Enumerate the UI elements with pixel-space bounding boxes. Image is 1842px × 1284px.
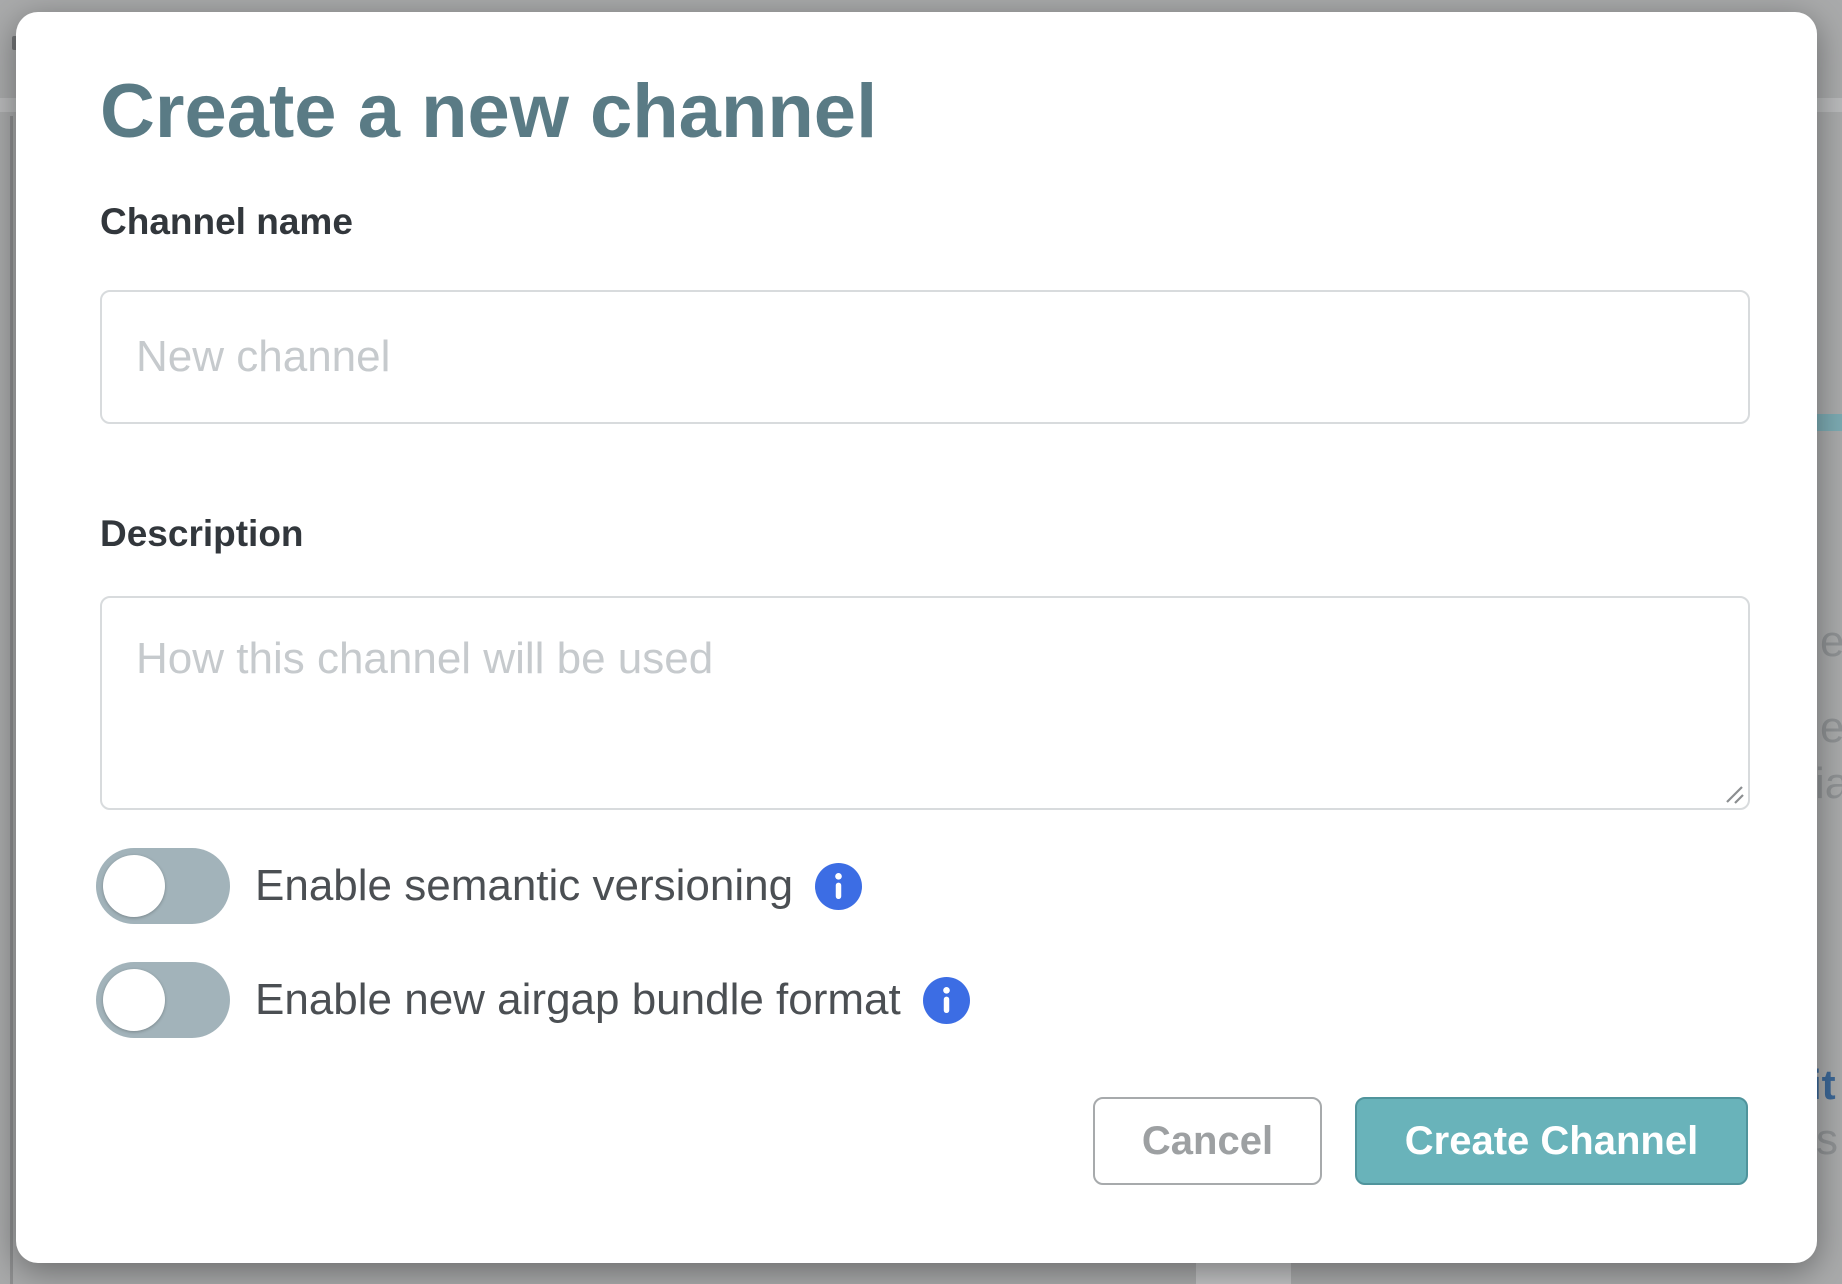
channel-name-input[interactable] <box>100 290 1750 424</box>
background-text-fragment: e <box>1820 706 1842 750</box>
description-label: Description <box>100 514 304 555</box>
info-icon[interactable] <box>923 977 970 1024</box>
toggle-knob <box>103 855 165 917</box>
semantic-versioning-label: Enable semantic versioning <box>255 864 793 908</box>
semantic-versioning-row: Enable semantic versioning <box>96 848 862 924</box>
background-bottom-box <box>1196 1263 1291 1284</box>
create-channel-button[interactable]: Create Channel <box>1355 1097 1748 1185</box>
background-text-fragment: e <box>1820 620 1842 664</box>
airgap-format-row: Enable new airgap bundle format <box>96 962 970 1038</box>
description-field-wrapper <box>100 596 1750 810</box>
resize-handle-icon[interactable] <box>1726 786 1744 804</box>
background-text-fragment: ia <box>1815 762 1842 806</box>
channel-name-label: Channel name <box>100 202 353 243</box>
airgap-format-toggle[interactable] <box>96 962 230 1038</box>
modal-title: Create a new channel <box>100 70 877 154</box>
semantic-versioning-toggle[interactable] <box>96 848 230 924</box>
description-textarea[interactable] <box>100 596 1750 810</box>
toggle-knob <box>103 969 165 1031</box>
create-channel-modal: Create a new channel Channel name Descri… <box>16 12 1817 1263</box>
airgap-format-label: Enable new airgap bundle format <box>255 978 901 1022</box>
cancel-button[interactable]: Cancel <box>1093 1097 1322 1185</box>
info-icon[interactable] <box>815 863 862 910</box>
background-card-border <box>10 116 13 1284</box>
background-text-fragment: s <box>1816 1118 1838 1162</box>
